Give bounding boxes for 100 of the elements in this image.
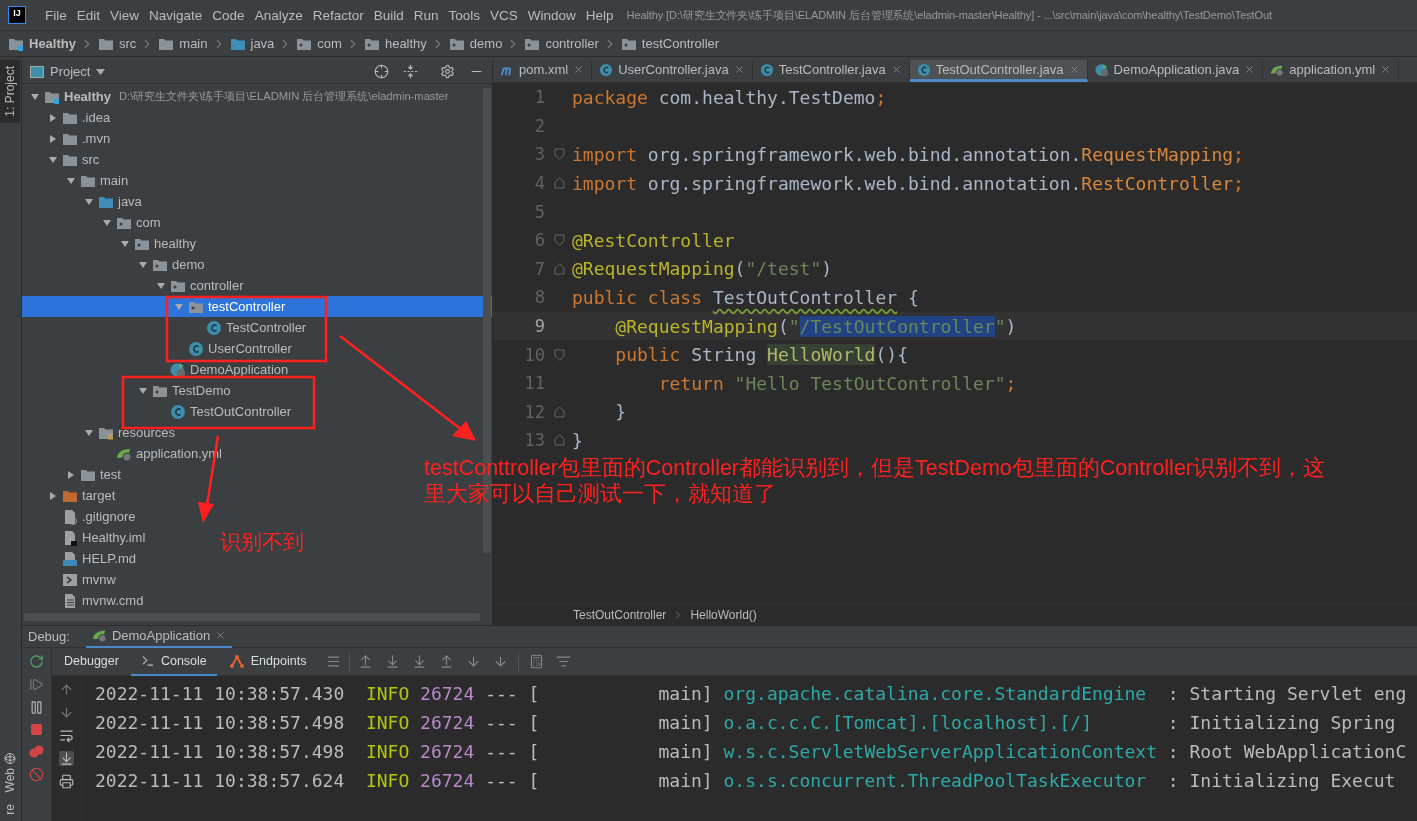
editor-tab[interactable]: TestOutController.java <box>909 60 1088 82</box>
pause-icon[interactable] <box>29 700 44 715</box>
tree-item[interactable]: java <box>22 191 142 212</box>
tree-item[interactable]: .idea <box>22 107 111 128</box>
breadcrumb-item[interactable]: TestOutController <box>573 607 667 622</box>
tree-item[interactable]: mvnw <box>22 569 116 590</box>
close-icon[interactable] <box>890 64 902 75</box>
close-icon[interactable] <box>1380 64 1392 75</box>
debug-session-tab[interactable]: DemoApplication <box>85 625 233 648</box>
tree-item[interactable]: testController <box>22 296 492 317</box>
tree-item[interactable]: main <box>22 170 129 191</box>
expand-arrow-icon[interactable] <box>156 280 166 291</box>
trace-icon[interactable] <box>556 654 572 669</box>
expand-arrow-icon[interactable] <box>174 301 184 312</box>
tool-window-tab[interactable]: Web <box>0 745 20 799</box>
down-arrow-icon[interactable] <box>59 705 74 720</box>
print-icon[interactable] <box>59 774 74 789</box>
tree-item[interactable]: HELP.md <box>22 548 136 569</box>
breadcrumb-item[interactable]: HelloWorld() <box>690 607 757 622</box>
tree-item[interactable]: demo <box>22 254 205 275</box>
close-icon[interactable] <box>573 64 585 75</box>
editor-tab[interactable]: UserController.java <box>592 60 753 82</box>
tree-item[interactable]: target <box>22 485 116 506</box>
threads-icon[interactable] <box>326 654 342 669</box>
tool-window-tab[interactable]: re <box>0 798 20 821</box>
editor-tab[interactable]: pom.xml <box>493 60 593 82</box>
menu-item[interactable]: View <box>105 7 145 23</box>
mute-breakpoints-icon[interactable] <box>29 767 44 782</box>
close-icon[interactable] <box>1068 64 1080 75</box>
tree-item[interactable]: src <box>22 149 100 170</box>
fold-marker-icon[interactable] <box>554 262 565 275</box>
tree-item[interactable]: .gitignore <box>22 506 136 527</box>
tool-window-tab[interactable]: 1: Project <box>0 60 20 123</box>
debug-tab[interactable]: Endpoints <box>218 647 317 676</box>
breadcrumb-item[interactable]: com <box>296 35 342 52</box>
menu-item[interactable]: Analyze <box>249 7 308 23</box>
tree-item[interactable]: UserController <box>22 338 292 359</box>
tree-item[interactable]: mvnw.cmd <box>22 590 144 611</box>
breadcrumb-item[interactable]: healthy <box>363 35 427 52</box>
expand-arrow-icon[interactable] <box>102 217 112 228</box>
menu-item[interactable]: Refactor <box>307 7 369 23</box>
collapse-icon[interactable] <box>403 64 418 79</box>
breadcrumb-item[interactable]: java <box>229 35 275 52</box>
breadcrumb-item[interactable]: demo <box>448 35 503 52</box>
expand-arrow-icon[interactable] <box>66 175 76 186</box>
run-to-cursor-icon[interactable] <box>493 654 509 669</box>
expand-arrow-icon[interactable] <box>48 133 58 144</box>
evaluate-icon[interactable] <box>529 654 545 669</box>
close-icon[interactable] <box>215 630 227 641</box>
editor-tab[interactable]: DemoApplication.java <box>1087 60 1264 82</box>
dropdown-caret-icon[interactable] <box>96 68 106 75</box>
breakpoints-icon[interactable] <box>29 744 44 759</box>
stop-icon[interactable] <box>30 723 43 736</box>
menu-item[interactable]: File <box>40 7 72 23</box>
menu-item[interactable]: Help <box>580 7 619 23</box>
drop-frame-icon[interactable] <box>466 654 482 669</box>
scroll-to-end-icon[interactable] <box>59 751 74 766</box>
up-arrow-icon[interactable] <box>59 682 74 697</box>
fold-marker-icon[interactable] <box>554 434 565 447</box>
tree-item[interactable]: Healthy D:\研究生文件夹\练手项目\ELADMIN 后台管理系统\eladmin-master <box>22 86 449 107</box>
locate-icon[interactable] <box>374 64 389 79</box>
menu-item[interactable]: Code <box>207 7 250 23</box>
menu-item[interactable]: VCS <box>485 7 523 23</box>
soft-wrap-icon[interactable] <box>59 728 74 743</box>
debug-tab[interactable]: Debugger <box>54 647 129 676</box>
tree-item[interactable]: healthy <box>22 233 196 254</box>
breadcrumb-item[interactable]: testController <box>620 35 720 52</box>
menu-item[interactable]: Navigate <box>144 7 208 23</box>
expand-arrow-icon[interactable] <box>48 112 58 123</box>
expand-arrow-icon[interactable] <box>120 238 130 249</box>
breadcrumb-item[interactable]: controller <box>524 35 599 52</box>
expand-arrow-icon[interactable] <box>138 259 148 270</box>
settings-icon[interactable] <box>440 64 455 79</box>
editor-tab[interactable]: application.yml <box>1263 60 1400 82</box>
menu-item[interactable]: Edit <box>71 7 106 23</box>
tree-item[interactable]: com <box>22 212 161 233</box>
editor-tab[interactable]: TestController.java <box>752 60 910 82</box>
expand-arrow-icon[interactable] <box>30 91 40 102</box>
fold-marker-icon[interactable] <box>554 348 565 361</box>
fold-marker-icon[interactable] <box>554 234 565 247</box>
expand-arrow-icon[interactable] <box>66 469 76 480</box>
tree-item[interactable]: TestOutController <box>22 401 292 422</box>
expand-arrow-icon[interactable] <box>138 385 148 396</box>
fold-marker-icon[interactable] <box>554 177 565 190</box>
tree-item[interactable]: resources <box>22 422 176 443</box>
menu-item[interactable]: Run <box>408 7 444 23</box>
tree-item[interactable]: TestController <box>22 317 307 338</box>
tree-item[interactable]: DemoApplication <box>22 359 289 380</box>
tree-item[interactable]: .mvn <box>22 128 111 149</box>
resume-icon[interactable] <box>29 677 44 692</box>
breadcrumb-item[interactable]: src <box>97 35 137 52</box>
panel-title[interactable]: Project <box>50 64 91 79</box>
close-icon[interactable] <box>1244 64 1256 75</box>
fold-marker-icon[interactable] <box>554 405 565 418</box>
tree-item[interactable]: controller <box>22 275 244 296</box>
tree-item[interactable]: test <box>22 464 121 485</box>
expand-arrow-icon[interactable] <box>48 154 58 165</box>
breadcrumb-item[interactable]: Healthy <box>8 35 76 52</box>
tree-item[interactable]: Healthy.iml <box>22 527 146 548</box>
fold-marker-icon[interactable] <box>554 148 565 161</box>
